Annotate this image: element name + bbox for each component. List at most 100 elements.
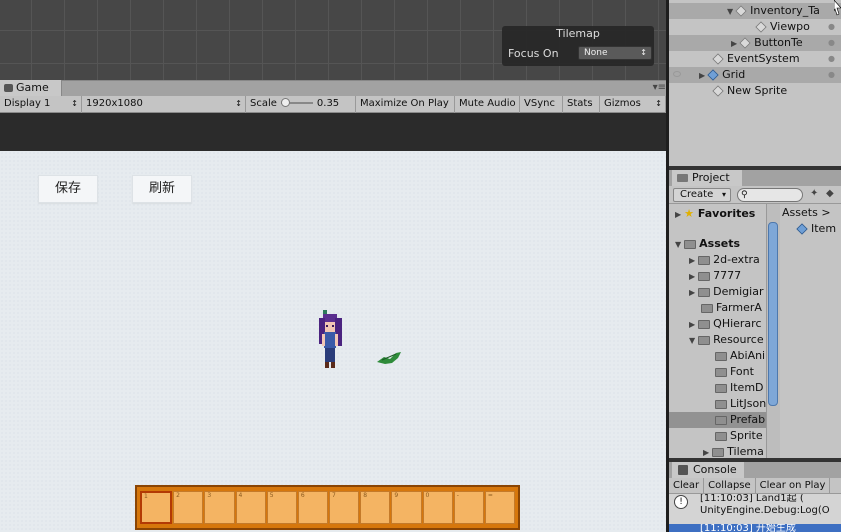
hotbar-slot-number: - xyxy=(456,492,459,499)
folder-label: 7777 xyxy=(713,269,742,282)
folder-item[interactable]: FarmerA xyxy=(669,300,766,316)
expand-arrow-icon[interactable]: ▶ xyxy=(689,285,695,301)
expand-arrow-icon[interactable]: ▼ xyxy=(689,333,695,349)
folder-item[interactable]: ItemD xyxy=(669,380,766,396)
expand-arrow-icon[interactable]: ▶ xyxy=(689,317,695,333)
mute-audio-toggle[interactable]: Mute Audio xyxy=(455,96,520,113)
folder-label: AbiAni xyxy=(730,349,766,362)
clear-button[interactable]: Clear xyxy=(669,478,705,493)
hotbar-slot[interactable]: 9 xyxy=(391,491,422,524)
save-button[interactable]: 保存 xyxy=(38,175,98,203)
folder-label: Sprite xyxy=(730,429,763,442)
hotbar-slot[interactable]: 7 xyxy=(329,491,360,524)
refresh-button[interactable]: 刷新 xyxy=(132,175,192,203)
hierarchy-item-label: New Sprite xyxy=(727,84,788,97)
folder-icon xyxy=(698,287,711,297)
favorites-item[interactable]: ▶ ★ Favorites xyxy=(669,206,766,222)
visibility-eye-icon[interactable] xyxy=(673,71,681,77)
folder-item[interactable]: LitJson xyxy=(669,396,766,412)
inventory-hotbar: 1 2 3 4 5 6 7 8 9 0 - = xyxy=(135,485,520,530)
gizmos-dropdown[interactable]: Gizmos xyxy=(600,96,666,113)
folder-item[interactable]: Sprite xyxy=(669,428,766,444)
expand-arrow-icon[interactable]: ▼ xyxy=(727,4,733,20)
folder-item[interactable]: ▼ Resource xyxy=(669,332,766,348)
gameobject-icon xyxy=(739,37,751,49)
folder-icon xyxy=(677,174,688,182)
filter-by-type-icon[interactable]: ✦ xyxy=(810,188,823,201)
scale-slider-handle[interactable] xyxy=(280,98,290,107)
folder-item[interactable]: ▶ Demigiar xyxy=(669,284,766,300)
folder-icon xyxy=(698,319,711,329)
hotbar-slot-number: 5 xyxy=(269,492,274,499)
expand-arrow-icon[interactable]: ▶ xyxy=(689,253,695,269)
hotbar-slot[interactable]: 4 xyxy=(235,491,266,524)
folder-item[interactable]: ▶ 2d-extra xyxy=(669,252,766,268)
folder-icon xyxy=(712,447,725,457)
leaf-item-sprite xyxy=(377,352,401,364)
console-log-entry[interactable]: ! [11:10:03] Land1起 ( UnityEngine.Debug:… xyxy=(669,494,841,524)
assets-root[interactable]: ▼ Assets xyxy=(669,236,766,252)
console-toolbar: Clear Collapse Clear on Play xyxy=(669,478,841,494)
project-search-input[interactable]: ⚲ xyxy=(737,188,803,202)
hotbar-slot[interactable]: 1 xyxy=(140,491,173,524)
log-line: [11:10:03] 开始生成 xyxy=(700,524,796,532)
hotbar-slot[interactable]: - xyxy=(453,491,484,524)
hotbar-slot[interactable]: 6 xyxy=(297,491,329,524)
hotbar-slot[interactable]: 8 xyxy=(360,491,391,524)
hotbar-slot[interactable]: 2 xyxy=(173,491,204,524)
clear-on-play-toggle[interactable]: Clear on Play xyxy=(756,478,831,493)
maximize-on-play-toggle[interactable]: Maximize On Play xyxy=(356,96,455,113)
asset-item[interactable]: Item xyxy=(796,222,836,235)
focus-on-dropdown[interactable]: None xyxy=(578,46,652,60)
vsync-toggle[interactable]: VSync xyxy=(520,96,563,113)
breadcrumb[interactable]: Assets > xyxy=(782,206,831,219)
game-icon xyxy=(4,84,13,92)
hierarchy-item-label: Grid xyxy=(722,68,746,81)
expand-arrow-icon[interactable]: ▼ xyxy=(675,237,681,253)
folder-item[interactable]: Font xyxy=(669,364,766,380)
folder-item[interactable]: ▶ 7777 xyxy=(669,268,766,284)
folder-label: FarmerA xyxy=(716,301,762,314)
info-icon: ! xyxy=(674,495,688,509)
folder-label: ItemD xyxy=(730,381,764,394)
scale-control[interactable]: Scale 0.35 xyxy=(246,96,356,113)
panel-menu-icon[interactable]: ▾≡ xyxy=(653,82,666,93)
gameobject-icon xyxy=(712,53,724,65)
project-scrollbar-thumb[interactable] xyxy=(768,222,778,406)
folder-item[interactable]: ▶ Tilema xyxy=(669,444,766,458)
log-line: UnityEngine.Debug:Log(O xyxy=(700,505,830,516)
hotbar-slot[interactable]: 5 xyxy=(266,491,297,524)
hierarchy-item[interactable]: Viewpo ● xyxy=(669,19,841,35)
game-tab-bar xyxy=(0,80,666,96)
scale-slider[interactable] xyxy=(280,98,313,107)
breadcrumb-assets[interactable]: Assets xyxy=(782,206,818,219)
folder-item[interactable]: ▶ QHierarc xyxy=(669,316,766,332)
resolution-dropdown[interactable]: 1920x1080 xyxy=(82,96,246,113)
folder-item-selected[interactable]: Prefab xyxy=(669,412,766,428)
console-log-entry-selected[interactable]: [11:10:03] 开始生成 xyxy=(669,524,841,532)
hotbar-slot[interactable]: 0 xyxy=(422,491,453,524)
gameobject-icon xyxy=(755,21,767,33)
expand-arrow-icon[interactable]: ▶ xyxy=(731,36,737,52)
hierarchy-item[interactable]: ▶ ButtonTe ● xyxy=(669,35,841,51)
filter-by-label-icon[interactable]: ◆ xyxy=(826,188,839,201)
hotbar-slot[interactable]: = xyxy=(484,491,516,524)
folder-item[interactable]: AbiAni xyxy=(669,348,766,364)
hierarchy-item[interactable]: ▶ Grid ● xyxy=(669,67,841,83)
assets-label: Assets xyxy=(699,237,741,250)
stats-toggle[interactable]: Stats xyxy=(563,96,600,113)
hierarchy-item[interactable]: New Sprite xyxy=(669,83,841,99)
hierarchy-item[interactable]: EventSystem ● xyxy=(669,51,841,67)
hierarchy-item[interactable]: ▼ Inventory_Ta xyxy=(669,3,841,19)
expand-arrow-icon[interactable]: ▶ xyxy=(703,445,709,458)
expand-arrow-icon[interactable]: ▶ xyxy=(689,269,695,285)
collapse-toggle[interactable]: Collapse xyxy=(704,478,756,493)
expand-arrow-icon[interactable]: ▶ xyxy=(699,68,705,84)
hierarchy-panel: ▼ Inventory_Ta Viewpo ● ▶ ButtonTe ● EventSy… xyxy=(669,0,841,166)
hotbar-slot[interactable]: 3 xyxy=(204,491,235,524)
display-dropdown[interactable]: Display 1 xyxy=(0,96,82,113)
expand-arrow-icon[interactable]: ▶ xyxy=(675,207,681,223)
focus-on-label: Focus On xyxy=(508,47,559,60)
favorites-label: Favorites xyxy=(697,207,756,220)
create-button[interactable]: Create xyxy=(673,188,731,202)
